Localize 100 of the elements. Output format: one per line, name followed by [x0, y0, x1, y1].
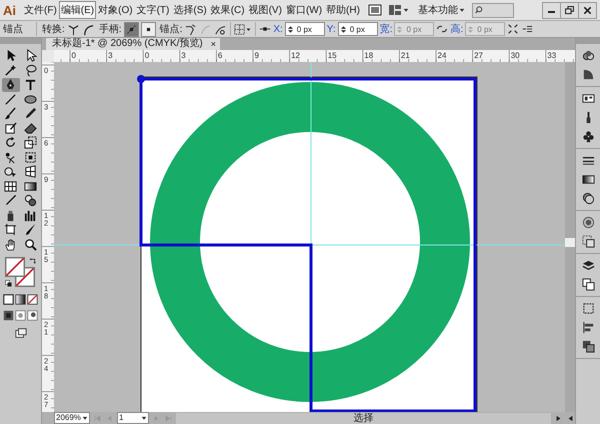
coordinate-field[interactable]: 0 px: [338, 22, 378, 36]
field-label: 宽:: [380, 22, 392, 36]
ruler-number: 27: [474, 51, 483, 60]
pathfinder-icon[interactable]: [582, 340, 594, 353]
corner-point-icon[interactable]: [66, 22, 80, 36]
tool-button[interactable]: [22, 180, 40, 193]
layers-icon[interactable]: [582, 259, 594, 272]
type-icon: [24, 78, 37, 92]
close-tab-button[interactable]: ×: [210, 38, 216, 50]
layout-icon: [388, 3, 402, 17]
remove-anchor-icon[interactable]: [184, 22, 198, 36]
search-icon: [474, 5, 485, 15]
menu-item[interactable]: 选择(S): [171, 1, 209, 19]
selection-label: 锚点: [3, 22, 23, 36]
swap-icon[interactable]: [28, 257, 36, 265]
close-icon: [582, 4, 593, 16]
panel-menu-icon[interactable]: [521, 23, 534, 35]
artboard-field[interactable]: 1: [117, 412, 149, 424]
club-icon[interactable]: [582, 130, 594, 143]
tool-button[interactable]: [22, 92, 40, 106]
lasso-icon: [24, 64, 37, 77]
minimize-button[interactable]: [542, 2, 561, 18]
appearance-icon[interactable]: [582, 216, 594, 229]
align-icon[interactable]: [582, 321, 594, 334]
field-label: X:: [273, 24, 283, 34]
grid-icon: [234, 24, 246, 34]
menu-item[interactable]: 对象(O): [96, 1, 135, 19]
menu-item[interactable]: 文字(T): [134, 1, 172, 19]
draw-behind-icon[interactable]: [15, 310, 26, 321]
line-icon: [4, 92, 17, 106]
workspace-switcher[interactable]: 基本功能: [418, 3, 458, 17]
scale-icon: [24, 136, 37, 150]
document-tab[interactable]: 未标题-1* @ 2069% (CMYK/预览) ×: [46, 38, 220, 50]
transform-icon[interactable]: [582, 302, 594, 315]
ruler-number: 3: [181, 51, 186, 60]
transparency-icon[interactable]: [582, 192, 594, 205]
app-logo: Ai: [3, 2, 16, 18]
ruler-number: 30: [510, 51, 520, 60]
fill-swatch-icon[interactable]: [4, 257, 24, 277]
tool-button[interactable]: [2, 78, 20, 92]
horizontal-scrollbar[interactable]: 选择: [176, 412, 551, 424]
handle-toggle[interactable]: [140, 22, 156, 36]
spinner-icon: [286, 24, 295, 34]
eraser-icon: [24, 122, 37, 135]
tool-button[interactable]: [22, 136, 40, 150]
handles-label: 手柄:: [98, 22, 122, 36]
screen-mode-icon[interactable]: [14, 327, 28, 339]
arrange-button[interactable]: [388, 3, 410, 17]
graphic-styles-icon[interactable]: [582, 235, 594, 248]
ruler-number: 6: [218, 51, 222, 60]
artboards-icon[interactable]: [582, 278, 594, 291]
transform-icon: [24, 150, 37, 164]
scroll-thumb[interactable]: [565, 238, 575, 246]
spinner-icon: [338, 24, 348, 34]
menu-item[interactable]: 文件(F): [22, 1, 59, 19]
none-mode-icon[interactable]: [27, 294, 38, 305]
stroke-lines-icon[interactable]: [582, 154, 594, 167]
shape-builder-icon: [4, 165, 17, 178]
ruler-number: 9: [254, 51, 259, 60]
smooth-point-icon[interactable]: [82, 22, 95, 36]
panel-grip[interactable]: [0, 38, 41, 44]
close-button[interactable]: [578, 2, 597, 18]
draw-normal-icon[interactable]: [3, 310, 14, 321]
gradient-icon[interactable]: [582, 173, 594, 186]
left-arrow-icon[interactable]: [566, 414, 575, 422]
restore-button[interactable]: [560, 2, 579, 18]
right-arrow-icon[interactable]: [554, 414, 563, 422]
tool-button[interactable]: [22, 122, 40, 135]
search-field[interactable]: [472, 2, 514, 18]
rotate-icon: [4, 136, 17, 150]
menu-item[interactable]: 编辑(E): [58, 1, 96, 19]
puppet-icon: [4, 150, 17, 164]
panel-grip[interactable]: [576, 38, 600, 44]
coordinate-field[interactable]: 0 px: [284, 22, 325, 36]
ruler-number: 3: [108, 51, 113, 60]
eyedropper-icon: [4, 194, 17, 208]
ruler-number: 15: [328, 51, 337, 60]
link-icon[interactable]: [436, 23, 448, 35]
color-guide-icon[interactable]: [582, 49, 594, 62]
transform-bounds-icon[interactable]: [507, 23, 520, 35]
menu-item[interactable]: 帮助(H): [324, 1, 362, 19]
menu-item[interactable]: 视图(V): [246, 1, 284, 19]
draw-inside-icon[interactable]: [27, 310, 38, 321]
tool-button[interactable]: [2, 180, 20, 193]
menu-item[interactable]: 效果(C): [208, 1, 247, 19]
swatches-icon[interactable]: [582, 92, 594, 105]
isolate-button[interactable]: [234, 24, 252, 34]
bridge-button[interactable]: [368, 3, 382, 17]
gradient-icon: [24, 180, 37, 193]
ruler-number: 24: [438, 51, 446, 60]
minimize-icon: [548, 11, 555, 13]
pencil-icon: [24, 107, 37, 120]
default-colors-icon[interactable]: [4, 280, 12, 287]
hand-icon: [4, 238, 17, 251]
color-mode-icon[interactable]: [3, 294, 14, 305]
handle-toggle[interactable]: [124, 22, 139, 36]
zoom-field[interactable]: 2069%: [54, 412, 90, 424]
gradient-mode-icon[interactable]: [15, 294, 26, 305]
vertical-scrollbar[interactable]: [565, 62, 575, 412]
menu-item[interactable]: 窗口(W): [284, 1, 324, 19]
